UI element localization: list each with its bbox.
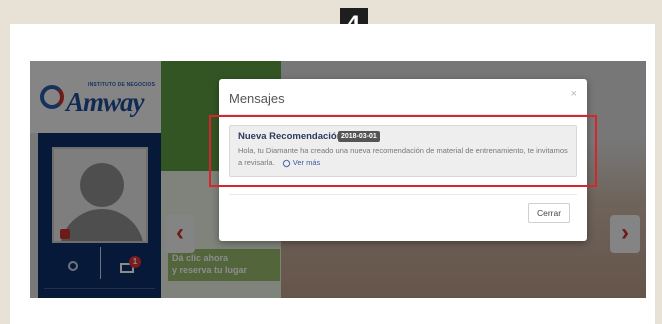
close-icon[interactable]: ×: [571, 88, 577, 100]
highlight-box: [209, 115, 597, 187]
modal-title: Mensajes: [229, 91, 285, 106]
modal-footer-divider: [229, 194, 577, 195]
close-button[interactable]: Cerrar: [528, 203, 570, 223]
